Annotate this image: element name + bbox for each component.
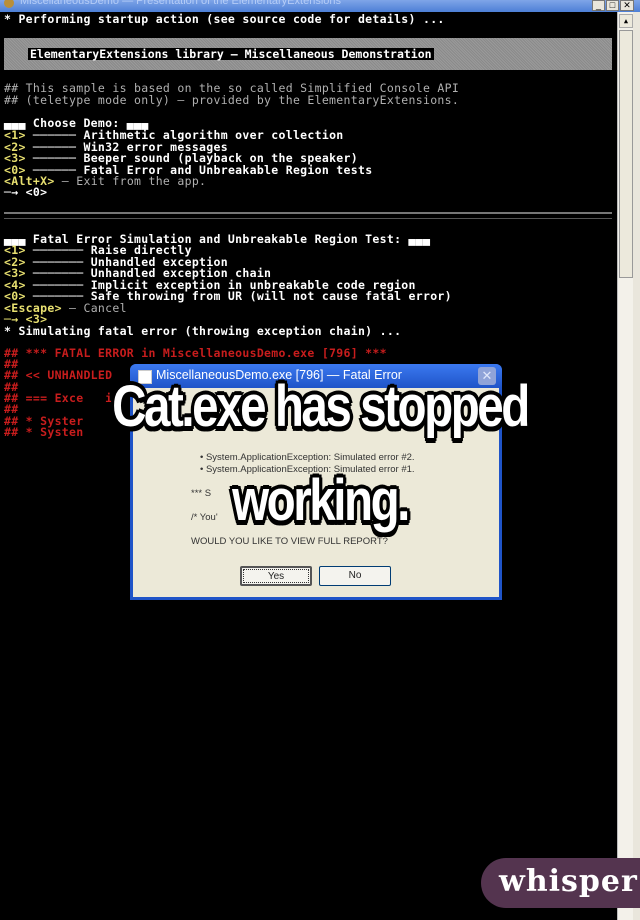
dialog-line: • System.ApplicationException: Simulated… — [200, 452, 415, 463]
whisper-watermark: whisper — [481, 858, 640, 908]
yes-button[interactable]: Yes — [240, 566, 312, 586]
banner: ElementaryExtensions library — Miscellan… — [4, 38, 612, 70]
info-line: ## (teletype mode only) — provided by th… — [4, 93, 460, 107]
menu1-choice: ─→ <0> — [4, 186, 47, 198]
no-button[interactable]: No — [319, 566, 391, 586]
simulating-line: * Simulating fatal error (throwing excep… — [4, 324, 402, 338]
app-icon — [4, 0, 14, 8]
caption-line-1: Cat.exe has stopped — [112, 374, 530, 439]
vertical-scrollbar[interactable]: ▲ — [617, 12, 634, 920]
window-title: MiscellaneousDemo — Presentation of the … — [20, 0, 341, 7]
window-titlebar: MiscellaneousDemo — Presentation of the … — [0, 0, 640, 12]
fatal-line: ## *** FATAL ERROR in MiscellaneousDemo.… — [4, 346, 387, 360]
maximize-button[interactable]: □ — [606, 0, 619, 11]
menu-label: — Exit from the app. — [54, 174, 207, 188]
divider — [4, 212, 612, 219]
caption-line-2: working. — [232, 468, 410, 533]
minimize-button[interactable]: _ — [592, 0, 605, 11]
menu-label: Safe throwing from UR (will not cause fa… — [90, 289, 452, 303]
banner-text: ElementaryExtensions library — Miscellan… — [28, 47, 434, 61]
startup-line: * Performing startup action (see source … — [4, 12, 445, 26]
scrollbar-thumb[interactable] — [619, 30, 633, 278]
whisper-logo-text: whisper — [499, 864, 638, 899]
scroll-up-arrow-icon[interactable]: ▲ — [619, 14, 633, 28]
close-button[interactable]: ✕ — [620, 0, 634, 11]
window-frame — [633, 12, 640, 920]
dialog-question: WOULD YOU LIKE TO VIEW FULL REPORT? — [191, 536, 388, 547]
choice: ─→ <0> — [4, 185, 48, 199]
menu-label: — Cancel — [61, 301, 127, 315]
